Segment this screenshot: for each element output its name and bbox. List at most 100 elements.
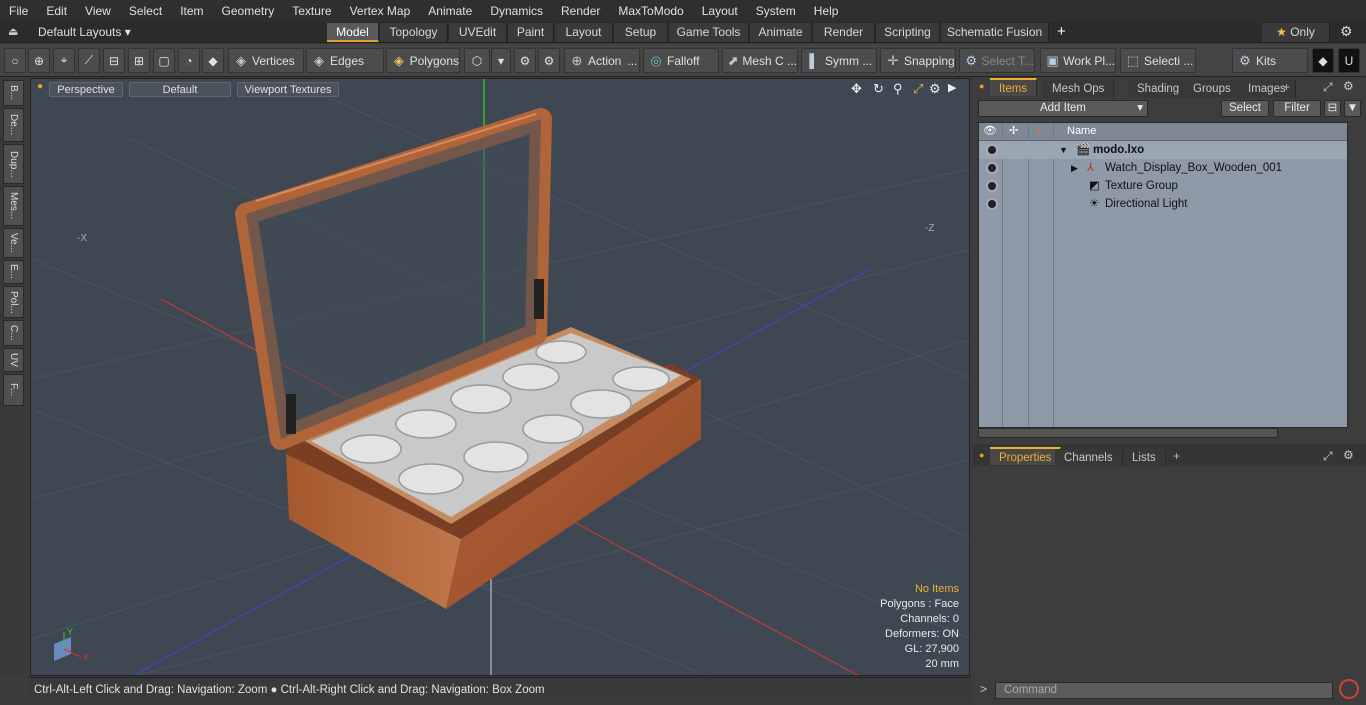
falloff-button[interactable]: ◎ Falloff [643, 48, 719, 73]
panel-gear-icon[interactable]: ⚙ [1343, 79, 1354, 93]
add-panel-tab-icon[interactable]: + [1283, 80, 1290, 94]
left-tab-deform[interactable]: De... [3, 108, 24, 142]
kits-button[interactable]: ⚙ Kits [1232, 48, 1308, 73]
menu-render[interactable]: Render [552, 0, 609, 22]
funnel-icon[interactable]: ▼ [1344, 100, 1361, 117]
menu-texture[interactable]: Texture [283, 0, 340, 22]
eye-icon[interactable] [986, 162, 998, 174]
circle-select-icon[interactable]: ○ [4, 48, 26, 73]
snapping-button[interactable]: ✛ Snapping [880, 48, 956, 73]
tab-render[interactable]: Render [813, 23, 875, 42]
tab-groups[interactable]: Groups [1184, 80, 1241, 98]
tab-shading[interactable]: Shading [1128, 80, 1190, 98]
expand-triangle-icon[interactable]: ▶ [1071, 159, 1078, 177]
filter-button[interactable]: Filter [1273, 100, 1321, 117]
eye-icon[interactable] [986, 180, 998, 192]
tab-properties[interactable]: Properties [990, 447, 1062, 465]
eye-icon[interactable] [986, 144, 998, 156]
menu-vertex-map[interactable]: Vertex Map [341, 0, 420, 22]
action-button[interactable]: ⊕ Action... [564, 48, 640, 73]
menu-dynamics[interactable]: Dynamics [481, 0, 552, 22]
list-item-texture-group[interactable]: ◩ Texture Group [979, 177, 1347, 195]
left-tab-fusion[interactable]: F... [3, 374, 24, 406]
unity-icon[interactable]: ◆ [1312, 48, 1334, 73]
brush-icon[interactable]: ⟋ [78, 48, 100, 73]
watch-box-model[interactable] [235, 108, 701, 609]
orbit-icon[interactable]: ↻ [873, 81, 884, 97]
shading-style-dropdown[interactable]: Default [129, 82, 231, 97]
left-tab-duplicate[interactable]: Dup... [3, 144, 24, 184]
square-icon[interactable]: ▢ [153, 48, 175, 73]
tab-setup[interactable]: Setup [614, 23, 668, 42]
zoom-icon[interactable]: ⚲ [893, 81, 903, 97]
add-tab-icon[interactable]: + [1057, 23, 1066, 40]
tab-mesh-ops[interactable]: Mesh Ops [1043, 80, 1115, 98]
menu-view[interactable]: View [76, 0, 120, 22]
select-button[interactable]: Select [1221, 100, 1269, 117]
tab-animate[interactable]: Animate [750, 23, 812, 42]
material-icon[interactable]: ⬡ [464, 48, 490, 73]
left-tab-edge[interactable]: E... [3, 260, 24, 284]
align-icon[interactable]: ⊟ [103, 48, 125, 73]
record-icon[interactable] [1339, 679, 1359, 699]
left-tab-mesh-edit[interactable]: Mes... [3, 186, 24, 226]
tab-channels[interactable]: Channels [1055, 449, 1123, 467]
play-icon[interactable]: ▶ [948, 81, 956, 94]
left-tab-uv[interactable]: UV [3, 348, 24, 372]
list-item-modo-lxo[interactable]: ▼ 🎬 modo.lxo [979, 141, 1347, 159]
tab-layout[interactable]: Layout [555, 23, 613, 42]
horizontal-scrollbar[interactable] [978, 428, 1278, 438]
tab-paint[interactable]: Paint [508, 23, 554, 42]
menu-edit[interactable]: Edit [37, 0, 76, 22]
menu-select[interactable]: Select [120, 0, 171, 22]
add-properties-tab-icon[interactable]: + [1173, 449, 1180, 463]
viewport-textures-dropdown[interactable]: Viewport Textures [237, 82, 339, 97]
work-plane-button[interactable]: ▣ Work Pl... [1040, 48, 1116, 73]
select-through-button[interactable]: ⚙ Select T... [959, 48, 1035, 73]
panel-menu-icon[interactable]: ● [979, 81, 984, 91]
list-options-icon[interactable]: ⊟ [1324, 100, 1341, 117]
globe-icon[interactable]: ⊕ [28, 48, 50, 73]
tab-model[interactable]: Model [327, 23, 379, 42]
left-tab-polygon[interactable]: Pol... [3, 286, 24, 318]
collapse-icon[interactable]: ⏏ [8, 25, 18, 38]
3d-viewport[interactable]: -X -Z Y X ● Perspective Default Viewport… [30, 78, 970, 676]
edges-button[interactable]: ◈ Edges [306, 48, 384, 73]
menu-item[interactable]: Item [171, 0, 212, 22]
properties-menu-icon[interactable]: ● [979, 450, 984, 460]
left-tab-curve[interactable]: C... [3, 320, 24, 346]
menu-file[interactable]: File [0, 0, 37, 22]
panel-expand-icon[interactable]: ⤢ [1323, 80, 1333, 95]
cube-icon[interactable]: ◆ [202, 48, 224, 73]
viewport-gear-icon[interactable]: ⚙ [929, 81, 941, 97]
perspective-dropdown[interactable]: Perspective [49, 82, 123, 97]
rotate-icon[interactable]: ◔ [178, 48, 200, 73]
add-item-dropdown[interactable]: Add Item ▾ [978, 100, 1148, 117]
properties-gear-icon[interactable]: ⚙ [1343, 448, 1354, 462]
menu-system[interactable]: System [747, 0, 805, 22]
lasso-icon[interactable]: ⌖ [53, 48, 75, 73]
settings-icon[interactable]: ⚙ [538, 48, 560, 73]
tab-topology[interactable]: Topology [380, 23, 448, 42]
left-tab-vertex[interactable]: Ve... [3, 228, 24, 258]
tab-lists[interactable]: Lists [1123, 449, 1166, 467]
left-tab-basic[interactable]: B... [3, 80, 24, 106]
properties-expand-icon[interactable]: ⤢ [1323, 449, 1333, 464]
menu-help[interactable]: Help [805, 0, 848, 22]
symmetry-button[interactable]: ▌ Symm ... [801, 48, 877, 73]
unreal-icon[interactable]: U [1338, 48, 1360, 73]
name-column-header[interactable]: Name [1067, 125, 1096, 137]
tab-items[interactable]: Items [990, 78, 1038, 96]
selection-button[interactable]: ⬚ Selecti ... [1120, 48, 1196, 73]
mesh-button[interactable]: ⬈ Mesh C ... [722, 48, 798, 73]
center-icon[interactable]: ⊞ [128, 48, 150, 73]
chevron-down-icon[interactable]: ▾ [491, 48, 511, 73]
expand-triangle-icon[interactable]: ▼ [1059, 141, 1068, 159]
gear-icon[interactable]: ⚙ [1340, 23, 1353, 40]
pan-icon[interactable]: ✥ [851, 81, 862, 97]
only-toggle[interactable]: ★ Only [1262, 23, 1330, 42]
viewport-menu-icon[interactable]: ● [37, 81, 43, 92]
menu-maxtomodo[interactable]: MaxToModo [609, 0, 692, 22]
menu-layout[interactable]: Layout [693, 0, 747, 22]
symmetry-icon[interactable]: ⚙ [514, 48, 536, 73]
